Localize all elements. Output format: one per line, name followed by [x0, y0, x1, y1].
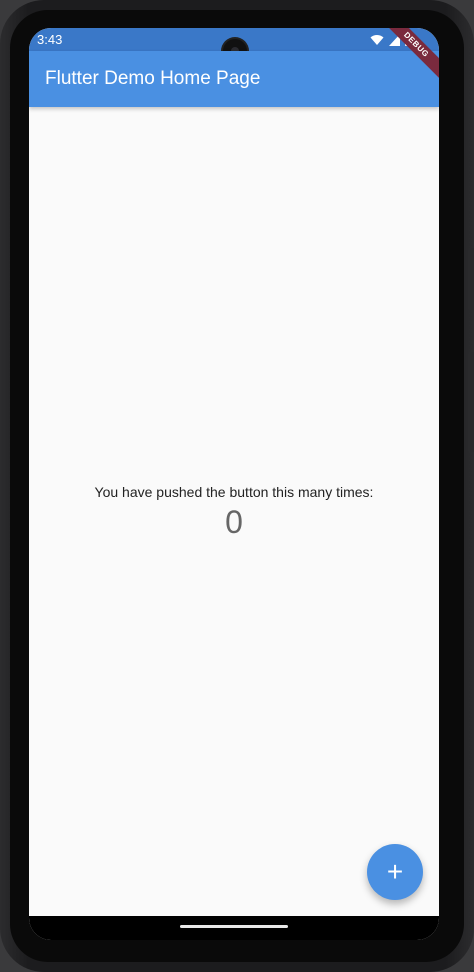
app-bar: Flutter Demo Home Page — [29, 51, 439, 107]
system-navigation-bar — [29, 916, 439, 940]
status-time: 3:43 — [37, 32, 63, 47]
phone-device-frame: 3:43 Flutter Demo Home Page DEBUG You ha… — [0, 0, 474, 972]
volume-button — [468, 352, 474, 452]
wifi-icon — [370, 34, 384, 45]
app-bar-title: Flutter Demo Home Page — [45, 68, 261, 89]
push-count-label: You have pushed the button this many tim… — [94, 484, 374, 500]
app-screen: 3:43 Flutter Demo Home Page DEBUG You ha… — [29, 28, 439, 940]
increment-fab-button[interactable]: + — [367, 844, 423, 900]
power-button — [468, 248, 474, 310]
home-indicator-handle[interactable] — [180, 925, 288, 928]
plus-icon: + — [386, 856, 404, 887]
counter-value: 0 — [225, 504, 243, 540]
home-body: You have pushed the button this many tim… — [29, 107, 439, 917]
